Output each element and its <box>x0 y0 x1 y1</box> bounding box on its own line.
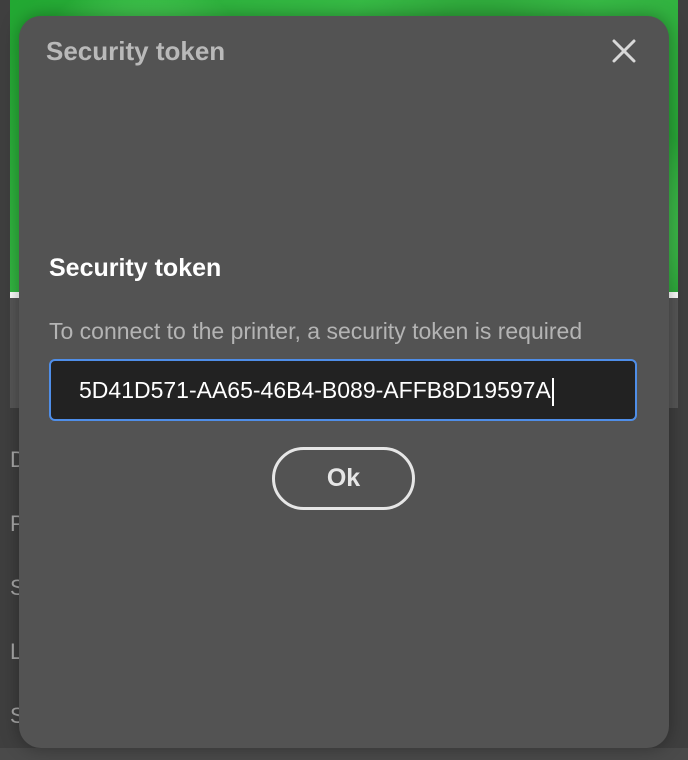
security-token-input[interactable]: 5D41D571-AA65-46B4-B089-AFFB8D19597A <box>49 359 637 421</box>
content-description: To connect to the printer, a security to… <box>49 318 583 344</box>
token-value: 5D41D571-AA65-46B4-B089-AFFB8D19597A <box>79 377 551 403</box>
close-button[interactable] <box>609 36 639 66</box>
ok-button[interactable]: Ok <box>272 447 415 510</box>
close-icon <box>612 39 636 63</box>
content-heading: Security token <box>49 254 222 282</box>
security-token-dialog: Security token Security token To connect… <box>19 16 669 748</box>
text-caret <box>551 377 554 406</box>
dialog-title: Security token <box>46 36 226 66</box>
